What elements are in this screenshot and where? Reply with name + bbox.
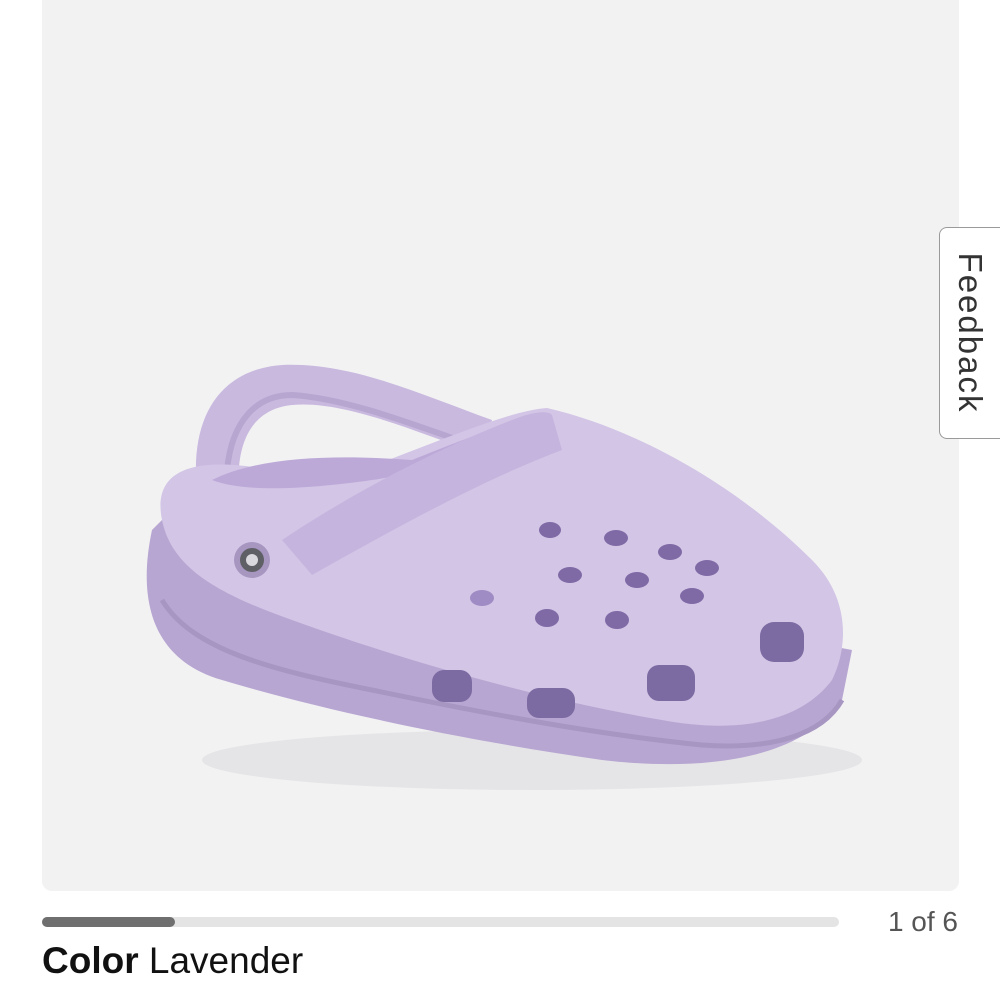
feedback-label: Feedback (952, 252, 989, 414)
gallery-counter: 1 of 6 (887, 906, 958, 937)
gallery-progress-fill (42, 917, 175, 927)
color-label: Color (42, 940, 139, 981)
gallery-progress-track (42, 917, 839, 927)
color-selection: Color Lavender (42, 940, 303, 982)
product-image-gallery[interactable] (42, 0, 959, 891)
color-value: Lavender (148, 940, 304, 981)
feedback-tab[interactable]: Feedback (939, 227, 1000, 439)
product-image[interactable] (42, 0, 959, 891)
